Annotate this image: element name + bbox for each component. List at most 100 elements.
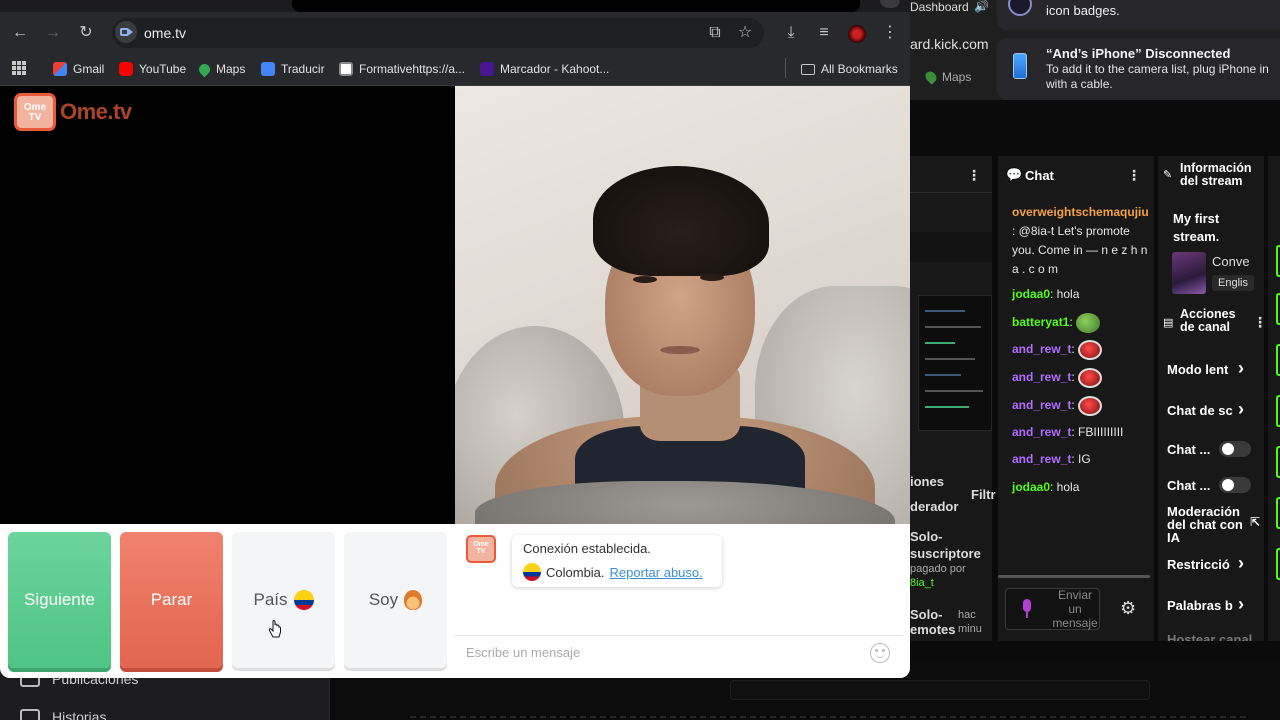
active-tab[interactable] (292, 0, 860, 12)
chat-text: : (1071, 370, 1075, 385)
solo-emotes-label: Solo-emotes (910, 607, 956, 637)
bookmark-star-icon[interactable]: ☆ (734, 22, 756, 44)
media-control-icon[interactable]: ≡ (813, 22, 835, 44)
chat-username[interactable]: and_rew_t (1012, 425, 1071, 439)
stop-button[interactable]: Parar (120, 532, 223, 668)
ometv-logo[interactable]: Ome TV Ome.tv (14, 93, 132, 131)
edge-button[interactable] (1276, 344, 1280, 376)
speaker-icon: 🔊 (974, 0, 989, 13)
message-input[interactable]: Escribe un mensaje (466, 645, 856, 663)
toggle-switch[interactable] (1219, 477, 1251, 493)
language-badge: Englis (1212, 275, 1254, 291)
chat-title: Chat (1025, 168, 1054, 183)
chat-username[interactable]: batteryat1 (1012, 315, 1069, 329)
reload-icon[interactable]: ↻ (75, 22, 97, 44)
gender-label: Soy (368, 590, 399, 609)
toggle-switch[interactable] (1219, 441, 1251, 457)
preview-bar (910, 232, 992, 262)
edge-button[interactable] (1276, 245, 1280, 277)
kick-url[interactable]: ard.kick.com (910, 36, 989, 52)
action-blocked-words[interactable]: Palabras b (1167, 598, 1233, 613)
kahoot-icon (480, 62, 494, 76)
edge-button[interactable] (1276, 497, 1280, 529)
chat-message: and_rew_t: IG (1012, 452, 1091, 466)
emoji-icon[interactable] (870, 643, 890, 663)
country-button[interactable]: País (232, 532, 335, 668)
notification-body: To add it to the camera list, plug iPhon… (1046, 62, 1269, 91)
section-label: iones (910, 474, 944, 489)
apps-grid-icon[interactable] (12, 61, 26, 75)
bookmark-kahoot[interactable]: Marcador - Kahoot... (480, 60, 609, 78)
action-chat-sc[interactable]: Chat de sc (1167, 403, 1233, 418)
bookmark-gmail[interactable]: Gmail (53, 60, 104, 78)
chat-input-placeholder: Enviar un mensaje (1052, 588, 1098, 630)
youtube-icon (119, 62, 133, 76)
chat-text: : hola (1050, 480, 1080, 494)
chat-username[interactable]: overweightschemaqujiu (1012, 205, 1149, 219)
screen: Publicaciones Historias Dashboard 🔊 ard.… (0, 0, 1280, 720)
off-user-label: 8ia_t (910, 577, 934, 589)
more-icon[interactable]: ⋮ (1127, 167, 1141, 184)
bookmark-traducir[interactable]: Traducir (261, 60, 325, 78)
chat-username[interactable]: jodaa0 (1012, 480, 1050, 494)
solo-subs-label: Solo-suscriptore (910, 529, 981, 561)
video-person-hair (593, 166, 769, 276)
profile-avatar[interactable] (848, 25, 866, 43)
bookmark-label: Traducir (281, 62, 325, 76)
edge-button[interactable] (1276, 395, 1280, 427)
actions-title: Acciones de canal (1180, 307, 1236, 334)
gender-button[interactable]: Soy (344, 532, 447, 668)
divider (455, 635, 903, 636)
thumb-line (925, 326, 981, 328)
sidebar-item-historias[interactable]: Historias (20, 706, 106, 720)
next-button[interactable]: Siguiente (8, 532, 111, 668)
notification-previous[interactable] (997, 0, 1280, 30)
microphone-icon[interactable] (1020, 599, 1034, 619)
actions-icon: ▤ (1163, 317, 1174, 329)
all-bookmarks[interactable]: All Bookmarks (801, 60, 898, 78)
filter-label[interactable]: Filtr (971, 487, 996, 502)
chat-username[interactable]: and_rew_t (1012, 342, 1071, 356)
bookmark-label: Gmail (73, 62, 105, 76)
action-host-channel[interactable]: Hostear canal (1167, 632, 1252, 641)
more-icon[interactable]: ⋮ (1253, 314, 1267, 331)
stream-preview-thumbnail[interactable] (918, 295, 992, 431)
connection-status: Conexión establecida. (523, 541, 651, 556)
external-link-icon: ⇱ (1250, 515, 1261, 529)
site-info-icon[interactable] (115, 21, 137, 43)
action-slow-mode[interactable]: Modo lent (1167, 362, 1228, 377)
back-icon[interactable]: ← (9, 22, 31, 44)
address-bar[interactable] (112, 18, 764, 48)
bookmark-youtube[interactable]: YouTube (119, 60, 186, 78)
bookmark-formative[interactable]: Formativehttps://a... (339, 60, 465, 78)
partner-video (455, 86, 910, 524)
kick-bookmark-maps[interactable]: Maps (923, 69, 971, 85)
report-abuse-link[interactable]: Reportar abuso. (610, 565, 703, 580)
menu-icon[interactable]: ⋮ (879, 22, 901, 44)
gear-icon[interactable]: ⚙ (1120, 598, 1136, 619)
kick-tab-label[interactable]: Dashboard (910, 0, 969, 14)
bookmark-label: Marcador - Kahoot... (500, 62, 610, 76)
chat-username[interactable]: and_rew_t (1012, 398, 1071, 412)
action-restrictions[interactable]: Restricció (1167, 557, 1230, 572)
install-app-icon[interactable]: ⧉ (704, 22, 726, 44)
chat-message: batteryat1: (1012, 313, 1100, 333)
partner-country-line: Colombia. Reportar abuso. (523, 563, 703, 581)
chat-message-text: : @8ia-t Let's promote you. Come in — n … (1012, 224, 1148, 276)
action-chat-toggle-2: Chat ... (1167, 478, 1211, 493)
action-ai-moderation[interactable]: Moderación del chat con IA (1167, 505, 1247, 544)
bookmark-maps[interactable]: Maps (196, 60, 245, 78)
edge-button[interactable] (1276, 548, 1280, 580)
edge-button[interactable] (1276, 293, 1280, 325)
edge-button[interactable] (1276, 446, 1280, 478)
more-icon[interactable]: ⋮ (967, 167, 981, 184)
url-text[interactable]: ome.tv (144, 25, 186, 41)
forward-icon[interactable]: → (42, 22, 64, 44)
chat-username[interactable]: and_rew_t (1012, 370, 1071, 384)
download-icon[interactable]: ⤓ (780, 22, 802, 44)
stream-category-thumbnail[interactable] (1172, 252, 1206, 294)
chat-text: : (1071, 398, 1075, 413)
chat-username[interactable]: jodaa0 (1012, 287, 1050, 301)
chat-username[interactable]: and_rew_t (1012, 452, 1071, 466)
chat-scrollbar[interactable] (998, 575, 1150, 578)
